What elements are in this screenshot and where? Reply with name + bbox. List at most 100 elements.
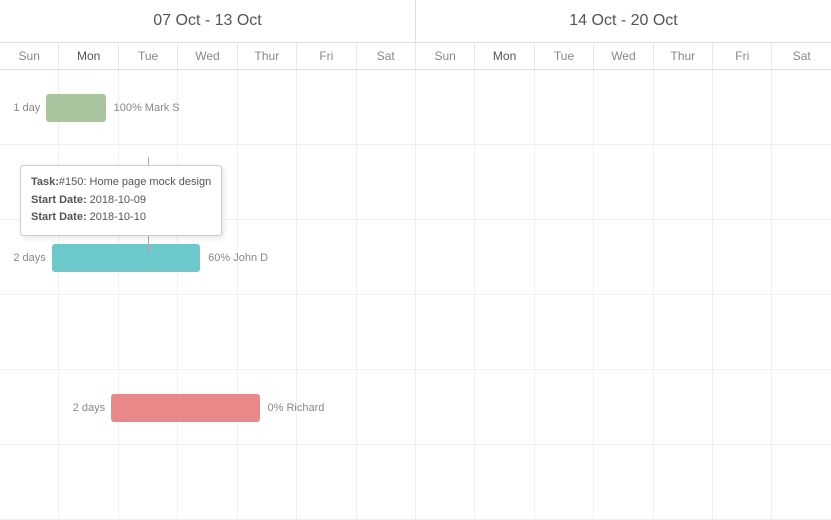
grid-row-0 [0,70,831,145]
grid-cell-3-8 [475,295,534,369]
grid-cell-3-6 [357,295,416,369]
grid-cell-2-6 [357,220,416,294]
day-header-5: Fri [297,43,356,69]
grid-cell-0-4 [238,70,297,144]
grid-cell-0-2 [119,70,178,144]
grid-cell-2-12 [713,220,772,294]
grid-cell-1-9 [535,145,594,219]
day-header-3: Wed [178,43,237,69]
day-header-13: Sat [772,43,830,69]
day-header-7: Sun [416,43,475,69]
grid-cell-1-4 [238,145,297,219]
grid-cell-5-4 [238,445,297,519]
grid-cell-4-13 [772,370,830,444]
day-header-6: Sat [357,43,416,69]
grid-cell-4-7 [416,370,475,444]
grid-cell-3-1 [59,295,118,369]
grid-cell-0-0 [0,70,59,144]
grid-cell-5-1 [59,445,118,519]
grid-cell-5-10 [594,445,653,519]
grid-cell-2-3 [178,220,237,294]
day-header-9: Tue [535,43,594,69]
grid-cell-3-4 [238,295,297,369]
grid-cell-3-10 [594,295,653,369]
grid-cell-0-8 [475,70,534,144]
grid-cell-2-1 [59,220,118,294]
grid-cell-5-7 [416,445,475,519]
grid-cell-2-7 [416,220,475,294]
grid-cell-0-7 [416,70,475,144]
grid-cell-2-9 [535,220,594,294]
grid-cell-0-10 [594,70,653,144]
grid-cell-2-13 [772,220,830,294]
grid-cell-1-5 [297,145,356,219]
grid-cell-1-0 [0,145,59,219]
grid-cell-4-1 [59,370,118,444]
day-header-2: Tue [119,43,178,69]
week-headers: 07 Oct - 13 Oct 14 Oct - 20 Oct [0,0,831,43]
grid-cell-4-2 [119,370,178,444]
grid-cell-0-11 [654,70,713,144]
grid-cell-4-8 [475,370,534,444]
grid-cell-2-5 [297,220,356,294]
grid-cell-3-5 [297,295,356,369]
day-header-1: Mon [59,43,118,69]
grid-body: 1 day100% Mark S2 days60% John D2 days0%… [0,70,831,520]
grid-cell-1-10 [594,145,653,219]
grid-cell-5-12 [713,445,772,519]
day-header-10: Wed [594,43,653,69]
grid-cell-1-2 [119,145,178,219]
grid-cell-1-1 [59,145,118,219]
grid-cell-5-11 [654,445,713,519]
grid-cell-4-3 [178,370,237,444]
grid-cell-5-0 [0,445,59,519]
grid-cell-2-11 [654,220,713,294]
grid-cell-4-9 [535,370,594,444]
grid-cell-2-0 [0,220,59,294]
grid-cell-5-8 [475,445,534,519]
grid-cell-0-9 [535,70,594,144]
grid-cell-5-2 [119,445,178,519]
day-header-8: Mon [475,43,534,69]
grid-cell-5-9 [535,445,594,519]
grid-cell-3-11 [654,295,713,369]
day-header-0: Sun [0,43,59,69]
grid-cell-1-3 [178,145,237,219]
week-header-1: 07 Oct - 13 Oct [0,0,416,42]
grid-cell-4-5 [297,370,356,444]
grid-cell-5-6 [357,445,416,519]
grid-cell-0-13 [772,70,830,144]
grid-cell-4-0 [0,370,59,444]
grid-cell-2-10 [594,220,653,294]
grid-cell-3-3 [178,295,237,369]
grid-cell-4-12 [713,370,772,444]
grid-cell-1-7 [416,145,475,219]
grid-cell-3-2 [119,295,178,369]
grid-cell-4-4 [238,370,297,444]
day-header-4: Thur [238,43,297,69]
grid-cell-0-12 [713,70,772,144]
grid-cell-3-12 [713,295,772,369]
gantt-container: 07 Oct - 13 Oct 14 Oct - 20 Oct SunMonTu… [0,0,831,520]
grid-cell-3-13 [772,295,830,369]
grid-cell-1-12 [713,145,772,219]
grid-row-1 [0,145,831,220]
grid-row-3 [0,295,831,370]
grid-cell-0-1 [59,70,118,144]
grid-row-5 [0,445,831,520]
grid-cell-5-3 [178,445,237,519]
grid-cell-2-2 [119,220,178,294]
day-headers: SunMonTueWedThurFriSatSunMonTueWedThurFr… [0,43,831,70]
grid-cell-5-13 [772,445,830,519]
grid-cell-1-13 [772,145,830,219]
grid-cell-1-6 [357,145,416,219]
grid-cell-4-10 [594,370,653,444]
grid-cell-4-11 [654,370,713,444]
grid-cell-0-6 [357,70,416,144]
grid-cell-3-9 [535,295,594,369]
grid-row-2 [0,220,831,295]
grid-cell-0-3 [178,70,237,144]
day-header-12: Fri [713,43,772,69]
grid-cell-1-8 [475,145,534,219]
grid-cell-4-6 [357,370,416,444]
